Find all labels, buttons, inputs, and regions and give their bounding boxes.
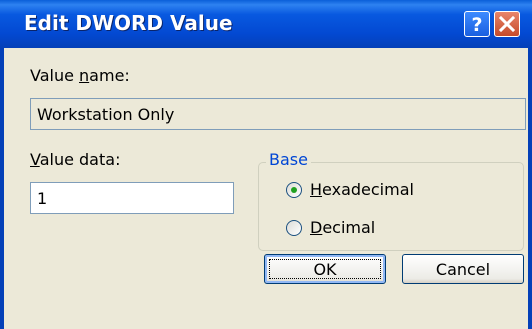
- close-button[interactable]: [494, 11, 520, 37]
- close-icon: [498, 15, 516, 33]
- window-frame-right: [528, 48, 532, 329]
- base-group-label: Base: [266, 150, 311, 169]
- decimal-radio[interactable]: [286, 220, 302, 236]
- decimal-label[interactable]: Decimal: [310, 218, 375, 237]
- help-button[interactable]: ?: [464, 11, 490, 37]
- cancel-button[interactable]: Cancel: [402, 254, 524, 284]
- value-data-input[interactable]: 1: [30, 182, 234, 214]
- base-group: [258, 162, 524, 251]
- hexadecimal-radio[interactable]: [286, 182, 302, 198]
- value-name-label-text: Value name:: [30, 66, 130, 85]
- hexadecimal-label[interactable]: Hexadecimal: [310, 180, 414, 199]
- help-icon: ?: [471, 14, 482, 36]
- svg-text:?: ?: [471, 14, 482, 36]
- value-name-field[interactable]: Workstation Only: [30, 98, 526, 130]
- value-name-label: Value name:: [30, 66, 130, 85]
- cancel-label: Cancel: [435, 259, 491, 279]
- window-frame-left: [0, 48, 4, 329]
- window-title: Edit DWORD Value: [24, 11, 233, 35]
- radio-selected-dot: [291, 187, 297, 193]
- title-bar[interactable]: Edit DWORD Value ?: [0, 0, 532, 48]
- value-data-label: Value data:: [30, 150, 121, 169]
- ok-button[interactable]: OK: [264, 254, 386, 284]
- focus-rectangle: [269, 259, 381, 279]
